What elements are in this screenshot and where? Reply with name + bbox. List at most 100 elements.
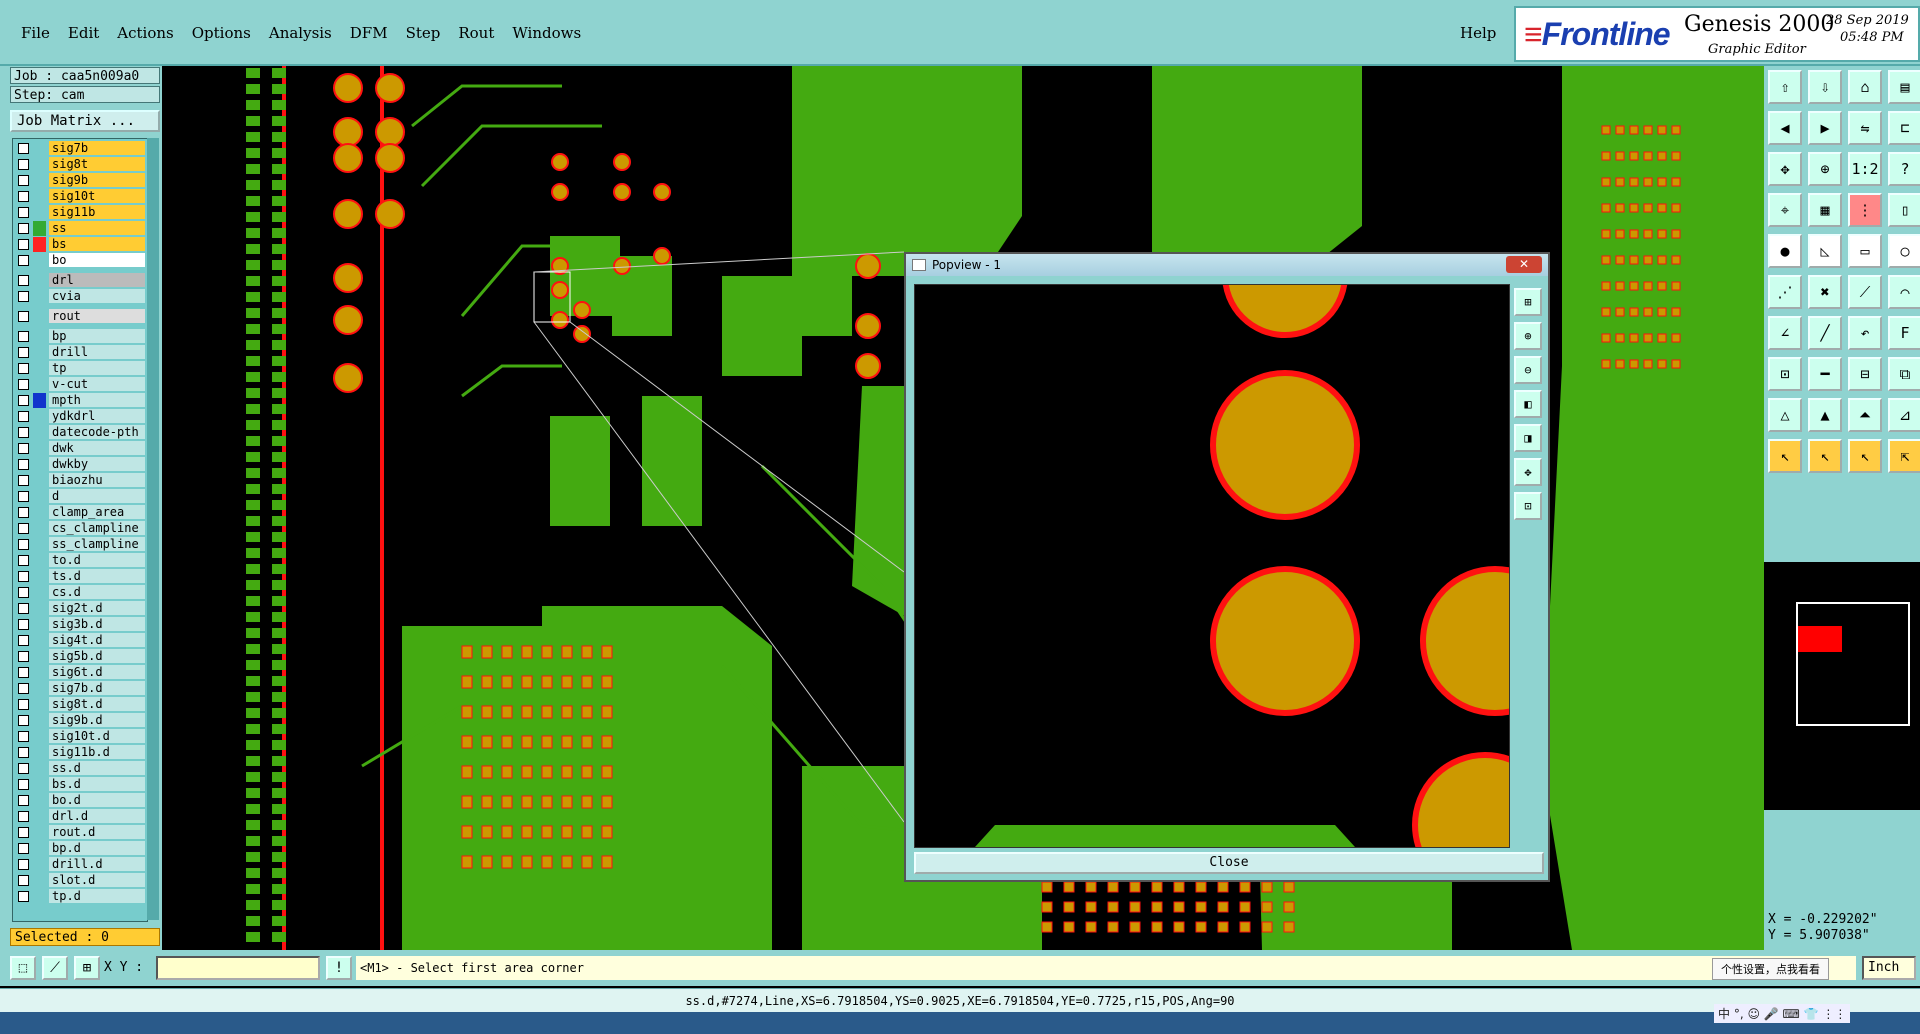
zoom-in-icon[interactable]: ⊕ <box>1514 322 1542 350</box>
job-matrix-button[interactable]: Job Matrix ... <box>10 110 160 132</box>
layer-row[interactable]: cs_clampline <box>13 521 147 536</box>
layer-checkbox[interactable] <box>18 363 29 374</box>
layer-checkbox[interactable] <box>18 411 29 422</box>
layers-icon[interactable]: ▤ <box>1888 70 1920 104</box>
layer-checkbox[interactable] <box>18 239 29 250</box>
layer-row[interactable]: to.d <box>13 553 147 568</box>
layer-checkbox[interactable] <box>18 763 29 774</box>
menu-step[interactable]: Step <box>397 22 450 44</box>
layer-row[interactable]: sig9b <box>13 173 147 188</box>
tri1-icon[interactable]: △ <box>1768 398 1802 432</box>
layer-row[interactable]: sig10t.d <box>13 729 147 744</box>
layer-row[interactable]: clamp_area <box>13 505 147 520</box>
overview-map[interactable] <box>1764 562 1920 810</box>
xy-input[interactable] <box>156 956 320 980</box>
layer-checkbox[interactable] <box>18 255 29 266</box>
layer-row[interactable]: sig11b <box>13 205 147 220</box>
menu-windows[interactable]: Windows <box>503 22 590 44</box>
zoom-area-icon[interactable]: ✥ <box>1514 458 1542 486</box>
layer-checkbox[interactable] <box>18 275 29 286</box>
scale-icon[interactable]: 1:2 <box>1848 152 1882 186</box>
layer-checkbox[interactable] <box>18 331 29 342</box>
layer-checkbox[interactable] <box>18 683 29 694</box>
layer-checkbox[interactable] <box>18 207 29 218</box>
angle-icon[interactable]: ∠ <box>1768 316 1802 350</box>
menu-analysis[interactable]: Analysis <box>260 22 341 44</box>
popview-close-button[interactable]: Close <box>914 852 1544 874</box>
layer-row[interactable]: sig6t.d <box>13 665 147 680</box>
layer-row[interactable]: drl.d <box>13 809 147 824</box>
layer-row[interactable]: mpth <box>13 393 147 408</box>
layer-checkbox[interactable] <box>18 651 29 662</box>
menu-rout[interactable]: Rout <box>449 22 503 44</box>
zoom-home-icon[interactable]: ⊡ <box>1514 492 1542 520</box>
zoom-window-icon[interactable]: ⬚ <box>10 956 36 980</box>
slash-icon[interactable]: ╱ <box>1808 316 1842 350</box>
layer-checkbox[interactable] <box>18 475 29 486</box>
mirror-icon[interactable]: ⇋ <box>1848 111 1882 145</box>
layer-checkbox[interactable] <box>18 635 29 646</box>
undo-icon[interactable]: ↶ <box>1848 316 1882 350</box>
layer-checkbox[interactable] <box>18 491 29 502</box>
layer-row[interactable]: dwkby <box>13 457 147 472</box>
layer-row[interactable]: tp.d <box>13 889 147 904</box>
tri2-icon[interactable]: ▲ <box>1808 398 1842 432</box>
board-down-icon[interactable]: ⇩ <box>1808 70 1842 104</box>
layer-checkbox[interactable] <box>18 347 29 358</box>
layer-row[interactable]: ss <box>13 221 147 236</box>
layer-row[interactable]: dwk <box>13 441 147 456</box>
layer-row[interactable]: d <box>13 489 147 504</box>
pan-right-icon[interactable]: ▶ <box>1808 111 1842 145</box>
menu-dfm[interactable]: DFM <box>341 22 397 44</box>
layer-row[interactable]: ss_clampline <box>13 537 147 552</box>
layer-checkbox[interactable] <box>18 427 29 438</box>
layer-checkbox[interactable] <box>18 443 29 454</box>
menu-file[interactable]: File <box>12 22 59 44</box>
grid-icon[interactable]: ▦ <box>1808 193 1842 227</box>
layer-checkbox[interactable] <box>18 395 29 406</box>
info-icon[interactable]: ! <box>326 956 352 980</box>
layer-row[interactable]: ts.d <box>13 569 147 584</box>
arc-icon[interactable]: ⌒ <box>1888 275 1920 309</box>
center-icon[interactable]: ⊕ <box>1808 152 1842 186</box>
layer-checkbox[interactable] <box>18 459 29 470</box>
layer-checkbox[interactable] <box>18 379 29 390</box>
layer-row[interactable]: drl <box>13 273 147 288</box>
layer-row[interactable]: v-cut <box>13 377 147 392</box>
layer-checkbox[interactable] <box>18 699 29 710</box>
tri4-icon[interactable]: ⊿ <box>1888 398 1920 432</box>
cross-icon[interactable]: ✖ <box>1808 275 1842 309</box>
layer-checkbox[interactable] <box>18 667 29 678</box>
layer-row[interactable]: sig2t.d <box>13 601 147 616</box>
close-icon[interactable]: ✕ <box>1506 256 1542 273</box>
layer-checkbox[interactable] <box>18 175 29 186</box>
zoom-fit-icon[interactable]: ⊞ <box>1514 288 1542 316</box>
layer-checkbox[interactable] <box>18 811 29 822</box>
add-pad-icon[interactable]: ⊡ <box>1768 357 1802 391</box>
select3-icon[interactable]: ↖ <box>1848 439 1882 473</box>
minus-icon[interactable]: ━ <box>1808 357 1842 391</box>
layer-row[interactable]: bo <box>13 253 147 268</box>
layer-checkbox[interactable] <box>18 715 29 726</box>
layer-row[interactable]: drill <box>13 345 147 360</box>
layer-row[interactable]: bp.d <box>13 841 147 856</box>
layer-row[interactable]: cvia <box>13 289 147 304</box>
layer-checkbox[interactable] <box>18 571 29 582</box>
layer-checkbox[interactable] <box>18 779 29 790</box>
layer-checkbox[interactable] <box>18 731 29 742</box>
layer-scrollbar[interactable] <box>147 138 159 920</box>
ime-toolbar[interactable]: 中 °, ☺ 🎤 ⌨ 👕 ⋮⋮ <box>1714 1004 1851 1023</box>
layer-checkbox[interactable] <box>18 827 29 838</box>
layer-checkbox[interactable] <box>18 891 29 902</box>
layer-checkbox[interactable] <box>18 587 29 598</box>
pad-icon[interactable]: ● <box>1768 234 1802 268</box>
layer-row[interactable]: bp <box>13 329 147 344</box>
layer-checkbox[interactable] <box>18 603 29 614</box>
layer-row[interactable]: cs.d <box>13 585 147 600</box>
layer-checkbox[interactable] <box>18 191 29 202</box>
snap-icon[interactable]: ⌖ <box>1768 193 1802 227</box>
layer-checkbox[interactable] <box>18 159 29 170</box>
layer-row[interactable]: slot.d <box>13 873 147 888</box>
layer-checkbox[interactable] <box>18 507 29 518</box>
tri3-icon[interactable]: ⏶ <box>1848 398 1882 432</box>
